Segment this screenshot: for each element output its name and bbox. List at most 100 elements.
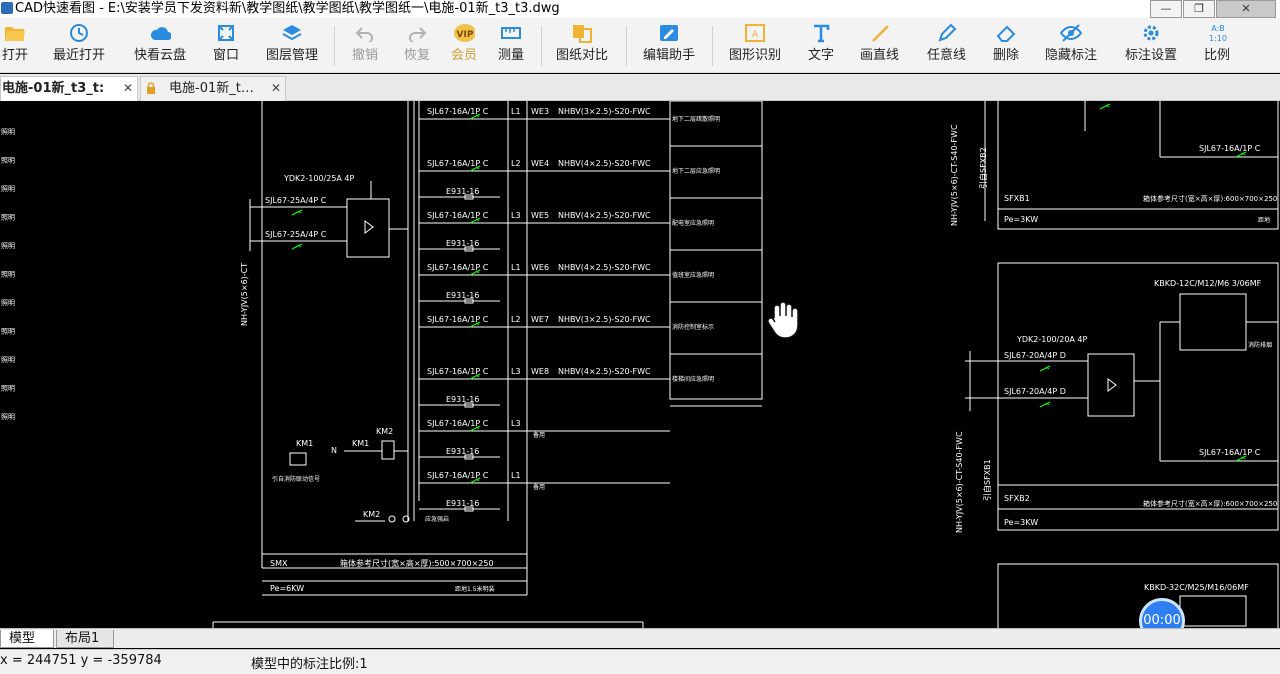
compare-icon <box>571 22 593 44</box>
power-label: Pe=3KW <box>1004 215 1038 224</box>
svg-text:A: A <box>752 30 759 40</box>
line-button[interactable]: 画直线 <box>860 22 899 70</box>
dimension-scale-readout: 模型中的标注比例:1 <box>251 657 368 672</box>
redo-icon <box>406 22 428 44</box>
measure-button[interactable]: 测量 <box>498 22 524 70</box>
left-edge-note: 照明 <box>1 157 15 165</box>
svg-text:VIP: VIP <box>457 30 474 40</box>
text-icon <box>810 22 832 44</box>
spd-label: E931-16 <box>446 187 479 196</box>
undo-button[interactable]: 撤销 <box>352 22 378 70</box>
ratio-button[interactable]: A:B 1:10 比例 <box>1204 22 1230 70</box>
tab-drawing-active[interactable]: 电施-01新_t3_t: ✕ <box>0 76 138 101</box>
drawing-canvas[interactable]: 照明 照明 照明 照明 照明 照明 照明 照明 照明 照明 照明 SJL67-16A/1P C L1 WE… <box>0 101 1280 628</box>
breaker-label: SJL67-16A/1P C <box>427 211 489 220</box>
breaker-label: SJL67-16A/1P C <box>427 315 489 324</box>
ats-symbol <box>364 220 374 234</box>
circuit-note: 配电室应急照明 <box>672 219 714 227</box>
toolbar-separator <box>626 26 627 66</box>
left-edge-note: 照明 <box>1 214 15 222</box>
eraser-icon <box>995 22 1017 44</box>
phase-label: L1 <box>511 107 521 116</box>
toolbar-separator <box>541 26 542 66</box>
km-label: KM2 <box>376 427 393 436</box>
compare-button[interactable]: 图纸对比 <box>556 22 608 70</box>
close-button[interactable]: ✕ <box>1216 0 1276 18</box>
breaker-label: SJL67-16A/1P C <box>427 367 489 376</box>
shape-recognition-button[interactable]: A 图形识别 <box>729 22 781 70</box>
ats-label: YDK2-100/20A 4P <box>1016 335 1088 344</box>
cable-label: NHBV(3×2.5)-S20-FWC <box>558 107 651 116</box>
left-edge-note: 照明 <box>1 413 15 421</box>
km-label: KM1 <box>352 439 369 448</box>
toolbar: 打开 最近打开 快看云盘 窗口 图层管理 撤销 恢复 VIP 会员 测量 图纸对… <box>0 18 1280 73</box>
tab-drawing-2[interactable]: 电施-01新_t… ✕ <box>140 76 286 101</box>
power-label: Pe=3KW <box>1004 518 1038 527</box>
breaker-label: SJL67-16A/1P C <box>427 107 489 116</box>
cloud-button[interactable]: 快看云盘 <box>134 22 186 70</box>
window-title: CAD快速看图 - E:\安装学员下发资料新\教学图纸\教学图纸\教学图纸一\电… <box>15 1 560 16</box>
incoming-breaker-label: SJL67-20A/4P D <box>1004 351 1066 360</box>
spd-label: E931-16 <box>446 291 479 300</box>
terminal-node <box>388 515 396 523</box>
source-label: 引自SFXB2 <box>978 147 988 189</box>
breaker-label: SJL67-16A/1P C <box>427 471 489 480</box>
left-edge-note: 照明 <box>1 356 15 364</box>
eye-hide-icon <box>1060 22 1082 44</box>
circuit-note: 地下二层应急照明 <box>672 167 720 175</box>
edit-helper-button[interactable]: 编辑助手 <box>643 22 695 70</box>
open-button[interactable]: 打开 <box>2 22 28 70</box>
kbkd-box <box>1179 293 1247 351</box>
hide-dimension-button[interactable]: 隐藏标注 <box>1045 22 1097 70</box>
toolbar-separator <box>712 26 713 66</box>
circuit-note: 消防控制室标示 <box>672 323 714 331</box>
cable-label: NHBV(4×2.5)-S20-FWC <box>558 263 651 272</box>
maximize-button[interactable]: ❐ <box>1183 0 1215 18</box>
box-size: 箱体参考尺寸(宽×高×厚):600×700×250 <box>1143 194 1277 203</box>
undo-icon <box>354 22 376 44</box>
delete-button[interactable]: 删除 <box>993 22 1019 70</box>
mount-label: 距地 <box>1258 216 1270 224</box>
spd-label: E931-16 <box>446 499 479 508</box>
kbkd-label: KBKD-12C/M12/M6 3/06MF <box>1154 279 1262 288</box>
circuit-label: WE8 <box>531 367 549 376</box>
left-edge-note: 照明 <box>1 128 15 136</box>
recent-button[interactable]: 最近打开 <box>53 22 105 70</box>
left-edge-note: 照明 <box>1 328 15 336</box>
layers-button[interactable]: 图层管理 <box>266 22 318 70</box>
tab-layout1[interactable]: 布局1 <box>56 630 114 648</box>
ruler-icon <box>500 22 522 44</box>
text-button[interactable]: 文字 <box>808 22 834 70</box>
circuit-note: 楼梯间应急照明 <box>672 375 714 383</box>
circuit-label: WE6 <box>531 263 549 272</box>
fire-switch-label: 应急强启 <box>425 515 449 523</box>
window-button[interactable]: 窗口 <box>213 22 239 70</box>
phase-label: L3 <box>511 419 521 428</box>
left-edge-note: 照明 <box>1 385 15 393</box>
incoming-breaker-label: SJL67-25A/4P C <box>265 230 327 239</box>
incoming-breaker-label: SJL67-25A/4P C <box>265 196 327 205</box>
close-tab-icon[interactable]: ✕ <box>271 77 281 100</box>
right-box-1 <box>997 101 1279 230</box>
left-edge-note: 照明 <box>1 299 15 307</box>
breaker-label: SJL67-16A/1P C <box>427 159 489 168</box>
layers-icon <box>281 22 303 44</box>
tab-model[interactable]: 模型 <box>0 630 54 648</box>
minimize-button[interactable]: — <box>1150 0 1182 18</box>
redo-button[interactable]: 恢复 <box>404 22 430 70</box>
close-tab-icon[interactable]: ✕ <box>123 77 133 100</box>
feeder-label: NH-YJV(5×6)-CT-S40-FWC <box>955 431 964 533</box>
phase-label: L3 <box>511 367 521 376</box>
dimension-settings-button[interactable]: 标注设置 <box>1125 22 1177 70</box>
spare-note: 备用 <box>533 483 545 491</box>
circuit-label: WE5 <box>531 211 549 220</box>
feeder-label: NH-YJV(5×6)-CT-S40-FWC <box>950 124 959 226</box>
left-edge-note: 照明 <box>1 185 15 193</box>
edit-helper-icon <box>658 22 680 44</box>
cad-drawing: 照明照明照明照明照明照明照明照明照明照明照明SJL67-16A/1P C L1 WE… <box>1 101 1279 628</box>
ats-switch <box>1087 353 1135 417</box>
ats-label: YDK2-100/25A 4P <box>283 174 355 183</box>
freeline-button[interactable]: 任意线 <box>927 22 966 70</box>
ats-symbol <box>1107 378 1117 392</box>
vip-button[interactable]: VIP 会员 <box>451 22 477 70</box>
